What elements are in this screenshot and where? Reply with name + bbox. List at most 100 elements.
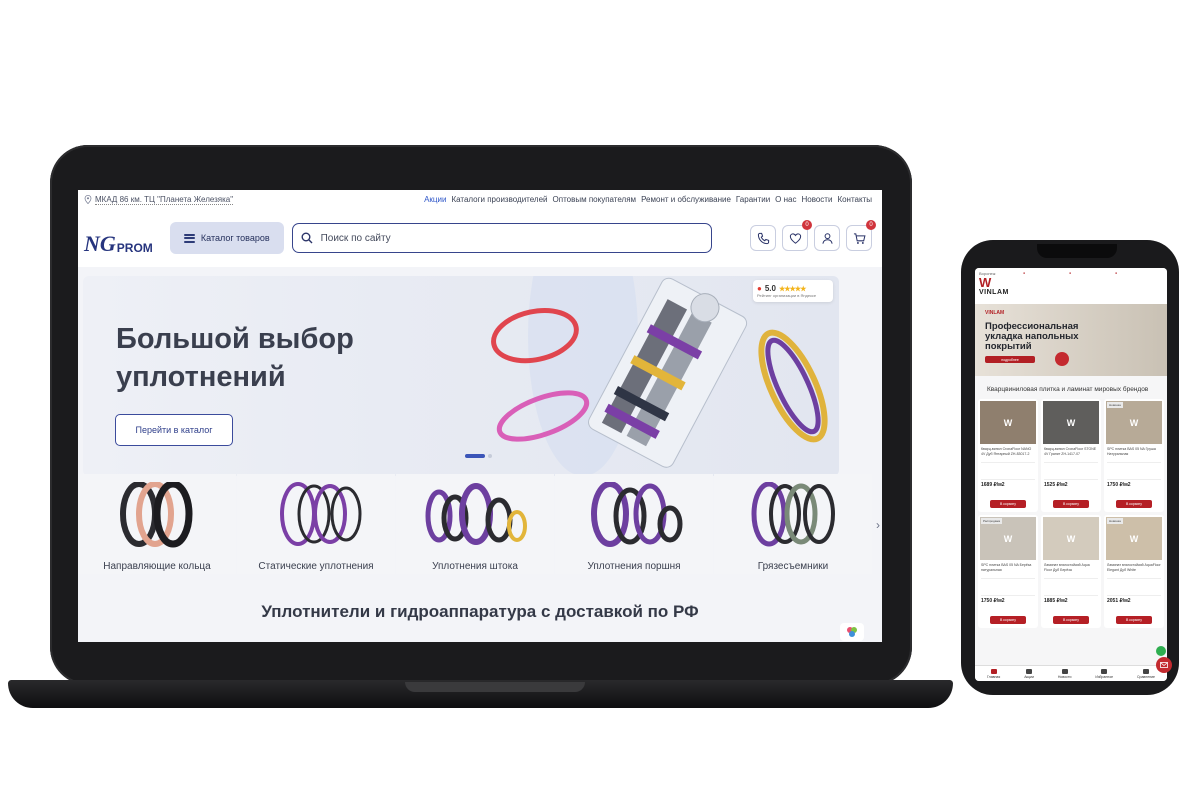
category-guide-rings[interactable]: Направляющие кольца: [78, 474, 236, 574]
categories-row: Направляющие кольца Статические уплотнен…: [78, 474, 882, 574]
heart-icon: [1101, 668, 1108, 674]
product-name: Кварц-винил CronaFloor NANO 4V Дуб Янтар…: [981, 447, 1032, 456]
category-label: Уплотнения поршня: [587, 561, 681, 572]
category-label: Уплотнения штока: [432, 561, 518, 572]
banner-arrow-icon[interactable]: [1055, 352, 1069, 366]
bottom-nav-label: Новости: [1057, 674, 1072, 679]
banner-more-button[interactable]: подробнее: [985, 356, 1035, 363]
store-address-1[interactable]: ●: [1023, 271, 1065, 276]
nav-warranty[interactable]: Гарантии: [736, 195, 770, 204]
wipers-image: [751, 482, 835, 547]
cart-icon: [853, 232, 866, 244]
category-label: Грязесъемники: [757, 561, 829, 572]
logo[interactable]: NG PROM: [84, 221, 153, 256]
laptop-notch: [405, 682, 585, 692]
laptop-screen: МКАД 86 км. ТЦ "Планета Железяка" Акции …: [78, 190, 882, 642]
chevron-right-icon[interactable]: ›: [876, 518, 880, 532]
product-card[interactable]: W Новинка SPC плитка BAS 05 NA Груша Нат…: [1104, 399, 1164, 512]
slider-dot-active[interactable]: [465, 454, 485, 458]
category-label: Статические уплотнения: [258, 561, 374, 572]
logo-word: VINLAM: [979, 289, 1009, 296]
bottom-nav-label: Избранное: [1095, 674, 1114, 679]
category-wipers[interactable]: Грязесъемники: [714, 474, 872, 574]
logo-word: PROM: [116, 241, 153, 255]
bottom-nav-favorites[interactable]: Избранное: [1095, 668, 1114, 679]
bottom-nav-home[interactable]: Главная: [987, 668, 1000, 679]
product-tag: Новинка: [1107, 518, 1123, 524]
header-actions: 0 0: [750, 220, 876, 251]
rating-stars: ★★★★★: [778, 285, 806, 293]
account-button[interactable]: [814, 225, 840, 251]
add-to-cart-button[interactable]: В корзину: [1053, 616, 1089, 624]
go-to-catalog-button[interactable]: Перейти в каталог: [115, 414, 233, 446]
product-image: W: [980, 401, 1036, 444]
bottom-nav-news[interactable]: Новости: [1057, 668, 1072, 679]
bottom-nav-label: Сравнение: [1137, 674, 1155, 679]
add-to-cart-button[interactable]: В корзину: [1053, 500, 1089, 508]
product-specs: [981, 578, 1035, 596]
product-name: SPC плитка BAS 05 NA Груша Натуральная: [1107, 447, 1156, 456]
product-price: 1750 ₽/м2: [1104, 480, 1164, 490]
product-price: 1525 ₽/м2: [1041, 480, 1101, 490]
store-address-2[interactable]: ●: [1069, 271, 1111, 276]
add-to-cart-button[interactable]: В корзину: [1116, 616, 1152, 624]
nav-wholesale[interactable]: Оптовым покупателям: [553, 195, 637, 204]
phone-section-title: Кварцвиниловая плитка и ламинат мировых …: [987, 386, 1149, 393]
rod-seals-image: [425, 483, 527, 545]
product-card[interactable]: W Новинка Ламинат влагостойкий AquaFloor…: [1104, 515, 1164, 628]
chat-widget-button[interactable]: [840, 623, 864, 641]
vinlam-logo[interactable]: Воронеж W VINLAM: [979, 271, 1019, 301]
add-to-cart-button[interactable]: В корзину: [990, 616, 1026, 624]
address-text: МКАД 86 км. ТЦ "Планета Железяка": [95, 194, 234, 205]
product-tag: Новинка: [1107, 402, 1123, 408]
product-specs: [1107, 578, 1161, 596]
catalog-button[interactable]: Каталог товаров: [170, 222, 284, 254]
phone-screen: Воронеж W VINLAM ● ● ● VINLAM Профессион…: [975, 268, 1167, 681]
cart-button[interactable]: 0: [846, 220, 876, 251]
search-input[interactable]: [318, 231, 703, 245]
nav-repair[interactable]: Ремонт и обслуживание: [641, 195, 731, 204]
hero-slider-dots: [465, 454, 492, 458]
nav-news[interactable]: Новости: [801, 195, 832, 204]
category-static-seals[interactable]: Статические уплотнения: [237, 474, 395, 574]
product-card[interactable]: W Кварц-винил CronaFloor STONE 4V Гранит…: [1041, 399, 1101, 512]
bottom-nav-promotions[interactable]: Акции: [1024, 668, 1034, 679]
favorites-button[interactable]: 0: [782, 220, 812, 251]
rating-row: ● 5.0 ★★★★★: [757, 284, 829, 293]
nav-manufacturer-catalogs[interactable]: Каталоги производителей: [451, 195, 547, 204]
product-tag: Распродажа: [981, 518, 1003, 524]
nav-about[interactable]: О нас: [775, 195, 796, 204]
address[interactable]: МКАД 86 км. ТЦ "Планета Железяка": [84, 194, 234, 205]
favorites-count-badge: 0: [802, 220, 812, 230]
tag-icon: [1026, 668, 1033, 674]
product-name: Ламинат влагостойкий Aqua Floor Дуб Берё…: [1044, 563, 1090, 572]
user-icon: [821, 232, 833, 244]
bottom-nav-label: Акции: [1024, 674, 1034, 679]
hero-banner: Большой выбор уплотнений Перейти в катал…: [83, 276, 839, 476]
product-card[interactable]: W Кварц-винил CronaFloor NANO 4V Дуб Янт…: [978, 399, 1038, 512]
nav-promotions[interactable]: Акции: [424, 195, 446, 204]
product-card[interactable]: W Ламинат влагостойкий Aqua Floor Дуб Бе…: [1041, 515, 1101, 628]
yandex-rating-card[interactable]: ● 5.0 ★★★★★ Рейтинг организации в Яндекс…: [753, 280, 833, 302]
phone-button[interactable]: [750, 225, 776, 251]
mail-button[interactable]: [1156, 657, 1172, 673]
phone-notch: [1037, 244, 1117, 258]
category-rod-seals[interactable]: Уплотнения штока: [396, 474, 554, 574]
banner-brand: VINLAM: [985, 310, 1005, 316]
category-piston-seals[interactable]: Уплотнения поршня: [555, 474, 713, 574]
nav-contacts[interactable]: Контакты: [837, 195, 872, 204]
product-price: 2051 ₽/м2: [1104, 596, 1164, 606]
bottom-nav-compare[interactable]: Сравнение: [1137, 668, 1155, 679]
guide-rings-image: [120, 482, 193, 548]
phone-bottom-nav: Главная Акции Новости Избранное Сравнени…: [975, 665, 1167, 681]
whatsapp-icon[interactable]: [1156, 646, 1166, 656]
news-icon: [1061, 668, 1068, 674]
location-pin-icon: [84, 195, 92, 204]
product-name: SPC плитка BAS 05 NA Берёза натуральная: [981, 563, 1032, 572]
add-to-cart-button[interactable]: В корзину: [1116, 500, 1152, 508]
product-card[interactable]: W Распродажа SPC плитка BAS 05 NA Берёза…: [978, 515, 1038, 628]
map-pin-icon: ●: [757, 284, 762, 293]
add-to-cart-button[interactable]: В корзину: [990, 500, 1026, 508]
slider-dot[interactable]: [488, 454, 492, 458]
store-address-3[interactable]: ●: [1115, 271, 1157, 276]
